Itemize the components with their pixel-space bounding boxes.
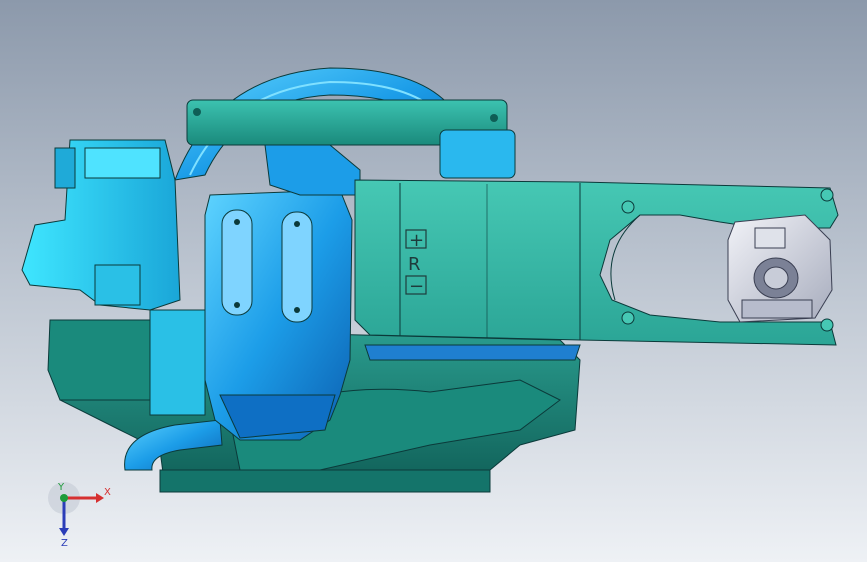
y-axis-label: Y xyxy=(57,482,65,493)
axis2-motor[interactable] xyxy=(204,189,353,441)
axis1-gearbox[interactable] xyxy=(21,139,181,311)
marking-minus: − xyxy=(409,276,424,297)
x-axis-arrowhead xyxy=(96,493,104,503)
coordinate-triad: X Y Z xyxy=(48,482,111,548)
cad-viewport[interactable]: + R − X Y Z xyxy=(0,0,867,562)
marking-r: R xyxy=(408,254,421,275)
wrist-assembly[interactable] xyxy=(727,214,833,323)
y-axis-dot xyxy=(60,494,68,502)
marking-plus: + xyxy=(409,230,424,251)
robot-arm-model[interactable]: + R − xyxy=(0,0,867,562)
z-axis-label: Z xyxy=(61,538,68,548)
axis1-motor-housing[interactable] xyxy=(47,309,206,416)
x-axis-label: X xyxy=(104,487,111,498)
z-axis-arrowhead xyxy=(59,528,69,536)
